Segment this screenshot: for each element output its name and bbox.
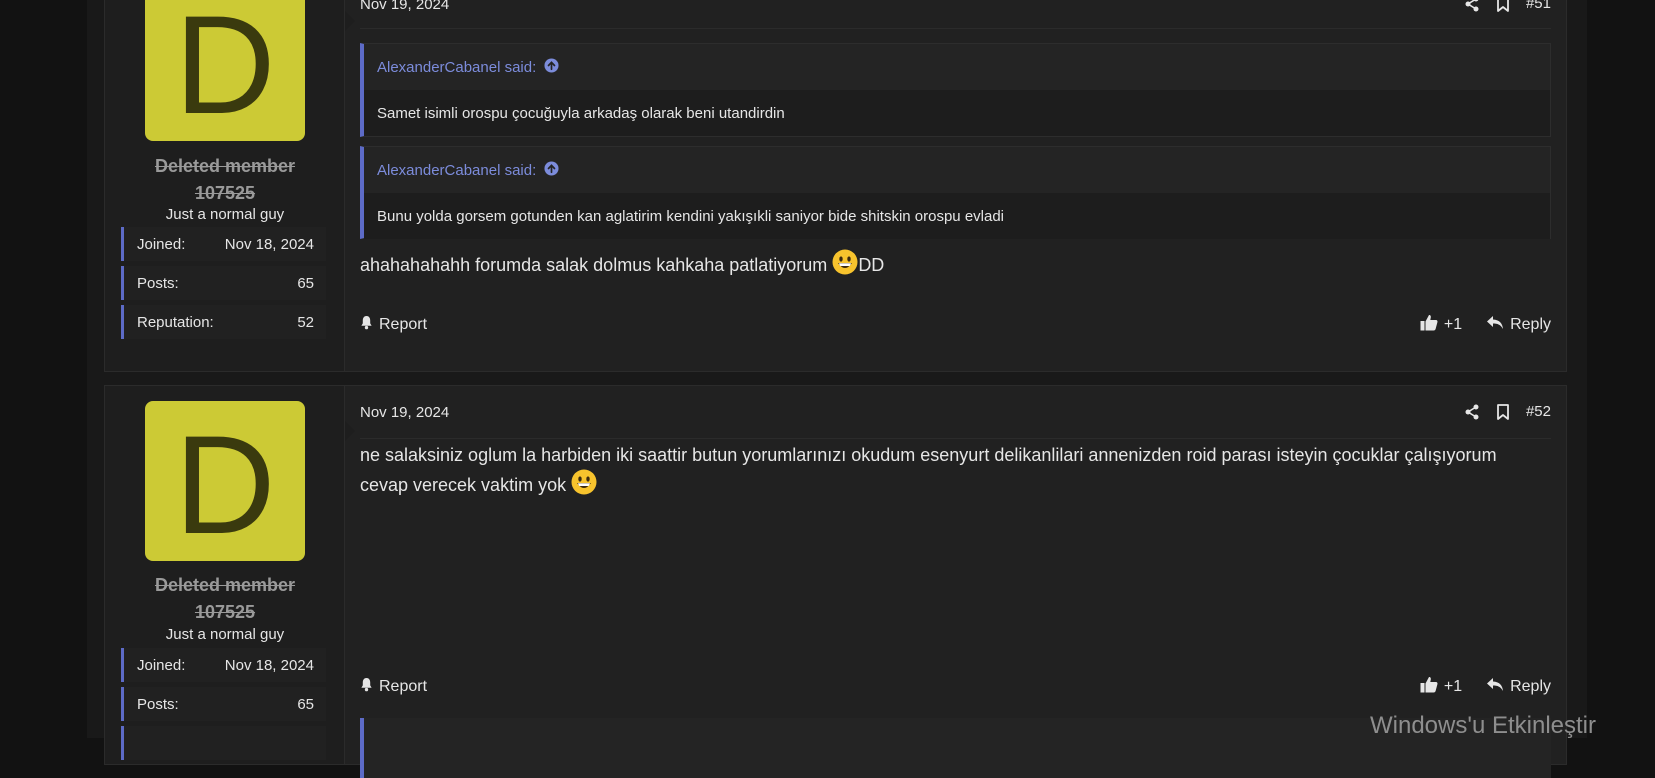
stat-joined: Joined: Nov 18, 2024 — [121, 648, 326, 682]
post-footer: Report +1 Reply — [360, 675, 1551, 699]
stat-label: Posts: — [137, 274, 179, 292]
stat-value: 65 — [297, 274, 314, 292]
username[interactable]: Deleted member 107525 — [105, 572, 345, 626]
stat-joined: Joined: Nov 18, 2024 — [121, 227, 326, 261]
post-number[interactable]: #52 — [1526, 403, 1551, 420]
stat-posts: Posts: 65 — [121, 687, 326, 721]
stat-value: 65 — [297, 695, 314, 713]
share-icon[interactable] — [1464, 404, 1480, 420]
forum-post: D Deleted member 107525 Just a normal gu… — [104, 385, 1567, 778]
reply-label: Reply — [1510, 678, 1551, 695]
reply-button[interactable]: Reply — [1486, 677, 1551, 697]
username[interactable]: Deleted member 107525 — [105, 153, 345, 207]
post-body: ne salaksiniz oglum la harbiden iki saat… — [360, 442, 1536, 503]
post-body-text: ahahahahahh forumda salak dolmus kahkaha… — [360, 255, 833, 275]
post-body: ahahahahahh forumda salak dolmus kahkaha… — [360, 249, 1536, 283]
quote-block: AlexanderCabanel said: Bunu yolda gorsem… — [360, 146, 1551, 239]
arrow-up-circle-icon[interactable] — [544, 57, 559, 77]
stat-label: Posts: — [137, 695, 179, 713]
quote-text: Samet isimli orospu çocuğuyla arkadaş ol… — [364, 90, 1550, 136]
thumbs-up-icon — [1420, 676, 1438, 698]
report-label: Report — [379, 678, 428, 695]
user-sidebar: D Deleted member 107525 Just a normal gu… — [105, 0, 345, 371]
stat-reputation: Reputation: 52 — [121, 305, 326, 339]
like-button[interactable]: +1 — [1420, 314, 1462, 336]
bell-icon — [360, 315, 373, 335]
stat-value: Nov 18, 2024 — [224, 656, 314, 674]
stat-label: Reputation: — [137, 313, 214, 331]
stat-label: Joined: — [137, 235, 186, 253]
report-label: Report — [379, 316, 428, 333]
arrow-up-circle-icon[interactable] — [544, 160, 559, 180]
post-pointer — [345, 11, 355, 31]
reply-button[interactable]: Reply — [1486, 315, 1551, 335]
like-count: +1 — [1443, 316, 1463, 333]
stat-posts: Posts: 65 — [121, 266, 326, 300]
share-icon[interactable] — [1464, 0, 1480, 12]
header-divider — [360, 28, 1551, 29]
avatar[interactable]: D — [145, 0, 305, 141]
post-body-text: DD — [858, 255, 885, 275]
message-area: Nov 19, 2024 #52 ne salaksiniz oglum la … — [345, 386, 1566, 778]
post-number[interactable]: #51 — [1526, 0, 1551, 12]
post-date[interactable]: Nov 19, 2024 — [360, 0, 449, 13]
post-body-text: ne salaksiniz oglum la harbiden iki saat… — [360, 445, 1497, 465]
grinning-face-emoji-icon — [571, 469, 597, 503]
post-actions: +1 Reply — [1402, 314, 1551, 336]
windows-activation-watermark: Windows'u Etkinleştir — [1370, 712, 1596, 739]
avatar[interactable]: D — [145, 401, 305, 561]
reply-label: Reply — [1510, 316, 1551, 333]
report-button[interactable]: Report — [360, 677, 427, 697]
post-date[interactable]: Nov 19, 2024 — [360, 404, 449, 421]
stat-value: Nov 18, 2024 — [224, 235, 314, 253]
grinning-face-emoji-icon — [832, 249, 858, 283]
quote-header[interactable]: AlexanderCabanel said: — [364, 44, 1550, 90]
forum-post: D Deleted member 107525 Just a normal gu… — [104, 0, 1567, 372]
post-header-tools: #51 — [1464, 0, 1551, 12]
like-button[interactable]: +1 — [1420, 676, 1462, 698]
post-pointer — [345, 421, 355, 441]
reply-arrow-icon — [1486, 677, 1504, 697]
post-actions: +1 Reply — [1402, 676, 1551, 698]
stat-label: Joined: — [137, 656, 186, 674]
bookmark-icon[interactable] — [1496, 403, 1510, 420]
bell-icon — [360, 677, 373, 697]
quote-author[interactable]: AlexanderCabanel said: — [377, 59, 536, 76]
message-area: Nov 19, 2024 #51 AlexanderCabanel said: … — [345, 0, 1566, 371]
user-title: Just a normal guy — [165, 206, 285, 223]
report-button[interactable]: Report — [360, 315, 427, 335]
reply-arrow-icon — [1486, 315, 1504, 335]
quote-author[interactable]: AlexanderCabanel said: — [377, 162, 536, 179]
quote-block: AlexanderCabanel said: Samet isimli oros… — [360, 43, 1551, 137]
post-header-tools: #52 — [1464, 403, 1551, 420]
post-footer: Report +1 Reply — [360, 313, 1551, 337]
quote-text: Bunu yolda gorsem gotunden kan aglatirim… — [364, 193, 1550, 239]
user-title: Just a normal guy — [165, 626, 285, 643]
like-count: +1 — [1443, 678, 1463, 695]
bookmark-icon[interactable] — [1496, 0, 1510, 12]
header-divider — [360, 438, 1551, 439]
post-body-text: cevap verecek vaktim yok — [360, 475, 572, 495]
quote-header[interactable]: AlexanderCabanel said: — [364, 147, 1550, 193]
stat-reputation — [121, 726, 326, 760]
stat-value: 52 — [297, 313, 314, 331]
thumbs-up-icon — [1420, 314, 1438, 336]
user-sidebar: D Deleted member 107525 Just a normal gu… — [105, 386, 345, 764]
